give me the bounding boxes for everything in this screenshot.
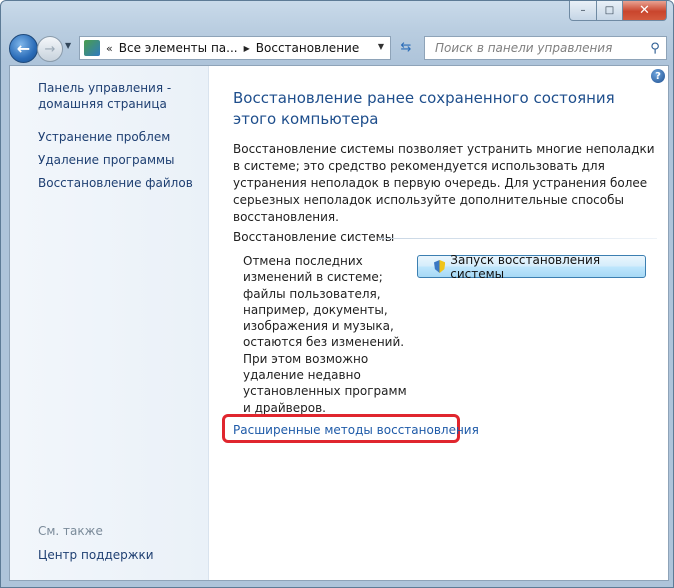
sidebar: Панель управления - домашняя страница Ус… — [10, 66, 209, 580]
minimize-button[interactable]: – — [569, 1, 597, 21]
refresh-button[interactable]: ⇆ — [394, 36, 418, 58]
maximize-button[interactable]: □ — [597, 1, 623, 21]
arrow-right-icon: → — [44, 41, 56, 57]
sidebar-item-file-recovery[interactable]: Восстановление файлов — [38, 175, 193, 191]
recent-pages-dropdown[interactable]: ▼ — [65, 41, 71, 50]
help-icon[interactable]: ? — [651, 69, 665, 83]
section-description: Отмена последних изменений в системе; фа… — [243, 254, 407, 415]
address-overflow-chevron[interactable]: « — [106, 42, 113, 55]
sidebar-home-line2: домашняя страница — [38, 97, 167, 111]
refresh-icon: ⇆ — [400, 39, 412, 55]
breadcrumb-separator-icon[interactable]: ▶ — [244, 44, 250, 53]
address-bar[interactable]: « Все элементы па... ▶ Восстановление ▼ — [79, 36, 391, 60]
uac-shield-icon — [434, 260, 446, 273]
breadcrumb-all-items[interactable]: Все элементы па... — [119, 41, 238, 55]
breadcrumb-recovery[interactable]: Восстановление — [256, 41, 359, 55]
system-restore-button-label: Запуск восстановления системы — [450, 252, 601, 281]
caption-buttons: – □ ✕ — [569, 1, 667, 21]
section-divider — [379, 238, 657, 239]
navigation-bar: ← → ▼ « Все элементы па... ▶ Восстановле… — [9, 33, 667, 63]
content-area: Панель управления - домашняя страница Ус… — [9, 65, 669, 581]
section-title-system-restore: Восстановление системы — [233, 230, 395, 244]
system-restore-button[interactable]: Запуск восстановления системы — [417, 252, 646, 281]
control-panel-icon — [84, 40, 100, 56]
sidebar-item-troubleshooting[interactable]: Устранение проблем — [38, 129, 170, 145]
main-panel: ? Восстановление ранее сохраненного сост… — [209, 66, 668, 580]
arrow-left-icon: ← — [16, 39, 31, 58]
sidebar-item-action-center[interactable]: Центр поддержки — [38, 547, 154, 563]
sidebar-item-uninstall[interactable]: Удаление программы — [38, 152, 175, 168]
advanced-recovery-link[interactable]: Расширенные методы восстановления — [233, 423, 479, 437]
search-icon[interactable]: ⚲ — [644, 41, 666, 56]
sidebar-home-line1: Панель управления - — [38, 81, 172, 95]
search-box[interactable]: ⚲ — [424, 36, 667, 60]
page-title: Восстановление ранее сохраненного состоя… — [233, 89, 615, 128]
window: – □ ✕ ← → ▼ « Все элементы па... ▶ Восст… — [0, 0, 674, 588]
close-button[interactable]: ✕ — [623, 1, 667, 21]
see-also-label: См. также — [38, 524, 103, 538]
back-button[interactable]: ← — [9, 34, 38, 63]
search-input[interactable] — [433, 40, 644, 56]
page-description: Восстановление системы позволяет устрани… — [233, 142, 655, 224]
sidebar-item-home[interactable]: Панель управления - домашняя страница — [38, 80, 171, 112]
address-dropdown-icon[interactable]: ▼ — [378, 42, 384, 51]
forward-button[interactable]: → — [37, 36, 63, 62]
